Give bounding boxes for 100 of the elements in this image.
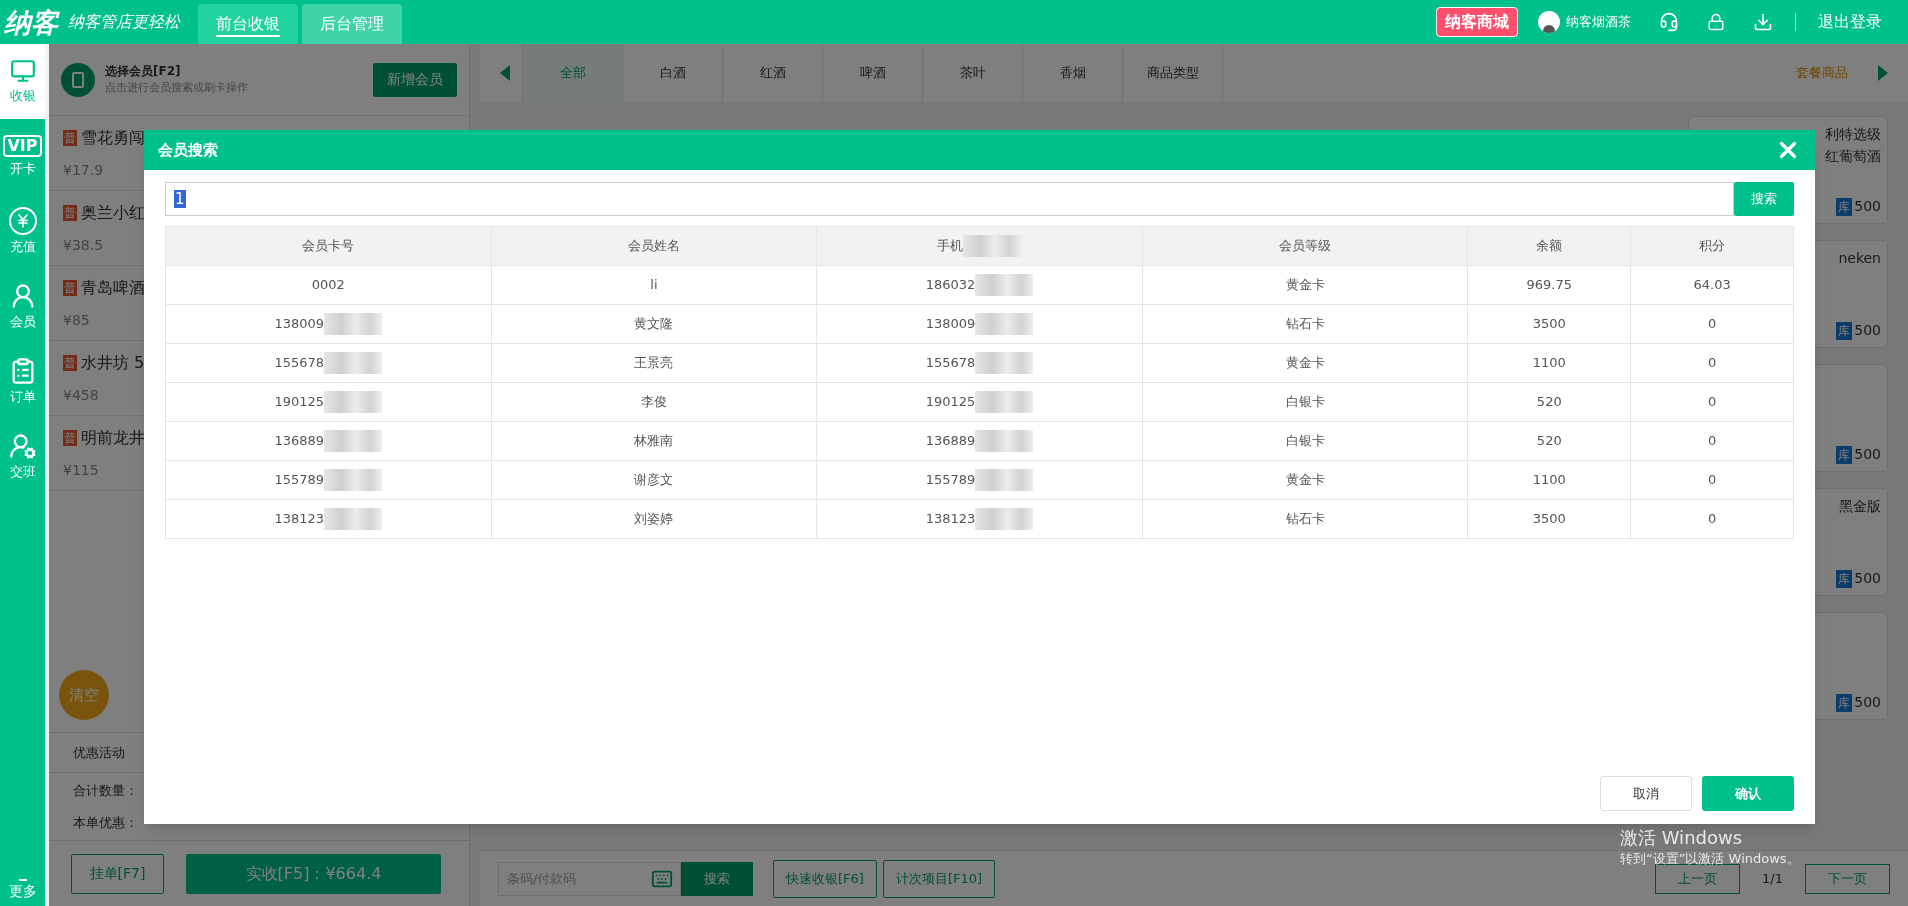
table-cell: 3500 xyxy=(1467,304,1631,344)
search-button[interactable]: 搜索 xyxy=(1734,182,1794,216)
stock-count: 500 xyxy=(1854,197,1881,216)
table-cell: 0 xyxy=(1630,343,1794,383)
stock-count: 500 xyxy=(1854,569,1881,588)
hold-button[interactable]: 挂单[F7] xyxy=(71,853,164,894)
member-row[interactable]: 155789 谢彦文 155789 黄金卡 1100 0 xyxy=(165,460,1794,500)
product-name: 明前龙井 xyxy=(81,426,145,449)
clear-button[interactable]: 清空 xyxy=(59,670,109,720)
table-cell: 186032 xyxy=(816,265,1143,305)
table-cell: 黄金卡 xyxy=(1142,343,1468,383)
table-cell: 138123 xyxy=(165,499,492,539)
tag: 普 xyxy=(63,129,77,146)
user-name[interactable]: 纳客烟酒茶 xyxy=(1566,12,1631,32)
table-cell: 0002 xyxy=(165,265,492,305)
sidebar-item[interactable]: VIP 开卡 xyxy=(0,119,45,194)
stock-tag: 库 xyxy=(1836,693,1853,712)
member-card-icon xyxy=(61,62,95,97)
yen-coin-icon xyxy=(8,206,37,235)
table-cell: 林雅南 xyxy=(491,421,817,461)
sidebar-item[interactable]: 订单 xyxy=(0,344,45,419)
column-header: 会员等级 xyxy=(1142,226,1468,266)
table-cell: 0 xyxy=(1630,382,1794,422)
pay-button[interactable]: 实收[F5]：¥664.4 xyxy=(186,853,441,894)
confirm-button[interactable]: 确认 xyxy=(1702,776,1794,811)
category-tab[interactable]: 商品类型 xyxy=(1122,44,1222,102)
member-row[interactable]: 155678 王景亮 155678 黄金卡 1100 0 xyxy=(165,343,1794,383)
category-tab[interactable]: 茶叶 xyxy=(922,44,1022,102)
search-field[interactable]: 1 xyxy=(165,182,1734,216)
tag: 普 xyxy=(63,354,77,371)
more-button[interactable]: 更多 xyxy=(8,881,37,902)
category-tab[interactable]: 全部 xyxy=(522,44,622,102)
pixel-mask xyxy=(324,430,383,452)
top-tab[interactable]: 前台收银 xyxy=(198,4,298,44)
product-name: neken xyxy=(1838,249,1881,268)
sidebar-item[interactable]: 收银 xyxy=(0,44,45,119)
stock-count: 500 xyxy=(1854,693,1881,712)
promo-label[interactable]: 优惠活动 xyxy=(73,742,125,763)
lock-icon[interactable] xyxy=(1707,13,1725,31)
member-row[interactable]: 138123 刘姿婷 138123 钻石卡 3500 0 xyxy=(165,499,1794,539)
left-arrow-icon[interactable] xyxy=(500,65,510,81)
avatar xyxy=(1538,11,1560,33)
add-member-button[interactable]: 新增会员 xyxy=(373,62,457,97)
product-name: 黑金版 xyxy=(1839,497,1881,516)
top-tab[interactable]: 后台管理 xyxy=(302,4,402,44)
package-tab[interactable]: 套餐商品 xyxy=(1776,44,1868,102)
table-cell: 190125 xyxy=(165,382,492,422)
column-header: 会员姓名 xyxy=(491,226,817,266)
mall-badge[interactable]: 纳客商城 xyxy=(1436,7,1518,37)
member-row[interactable]: 190125 李俊 190125 白银卡 520 0 xyxy=(165,382,1794,422)
member-row[interactable]: 136889 林雅南 136889 白银卡 520 0 xyxy=(165,421,1794,461)
table-cell: 155678 xyxy=(816,343,1143,383)
member-title: 选择会员[F2] xyxy=(105,63,182,81)
barcode-search-button[interactable]: 搜索 xyxy=(681,861,753,896)
table-cell: 0 xyxy=(1630,421,1794,461)
table-cell: 刘姿婷 xyxy=(491,499,817,539)
table-cell: 138009 xyxy=(816,304,1143,344)
product-name: 水井坊 5 xyxy=(81,351,145,374)
tag: 普 xyxy=(63,279,77,296)
product-price: ¥115 xyxy=(63,460,99,480)
stock-count: 500 xyxy=(1854,321,1881,340)
product-name: 雪花勇闯 xyxy=(81,126,145,149)
total-label: 本单优惠： xyxy=(73,813,139,832)
table-cell: 1100 xyxy=(1467,343,1631,383)
logout-link[interactable]: 退出登录 xyxy=(1818,10,1882,34)
next-page-button[interactable]: 下一页 xyxy=(1805,863,1890,894)
table-cell: 138009 xyxy=(165,304,492,344)
column-header: 会员卡号 xyxy=(165,226,492,266)
product-price: ¥85 xyxy=(63,310,90,330)
member-row[interactable]: 138009 黄文隆 138009 钻石卡 3500 0 xyxy=(165,304,1794,344)
sidebar-item[interactable]: 交班 xyxy=(0,419,45,494)
headset-icon[interactable] xyxy=(1659,12,1679,32)
category-tab[interactable]: 香烟 xyxy=(1022,44,1122,102)
pixel-mask xyxy=(975,430,1034,452)
table-cell: 钻石卡 xyxy=(1142,499,1468,539)
table-cell: 64.03 xyxy=(1630,265,1794,305)
sidebar-item[interactable]: 充值 xyxy=(0,194,45,269)
category-tab[interactable]: 红酒 xyxy=(722,44,822,102)
table-cell: 155789 xyxy=(165,460,492,500)
vip-card-icon: VIP xyxy=(3,134,42,157)
logo: 纳客 xyxy=(4,8,58,36)
member-row[interactable]: 0002 li 186032 黄金卡 969.75 64.03 xyxy=(165,265,1794,305)
category-tab[interactable]: 白酒 xyxy=(622,44,722,102)
cancel-button[interactable]: 取消 xyxy=(1600,776,1692,811)
count-items-button[interactable]: 计次项目[F10] xyxy=(882,859,996,898)
pixel-mask xyxy=(324,313,383,335)
quick-checkout-button[interactable]: 快速收银[F6] xyxy=(773,859,877,898)
table-cell: 155789 xyxy=(816,460,1143,500)
total-label: 合计数量： xyxy=(73,782,139,800)
column-header: 余额 xyxy=(1467,226,1631,266)
table-cell: 黄文隆 xyxy=(491,304,817,344)
right-arrow-icon[interactable] xyxy=(1878,65,1888,81)
sidebar-item[interactable]: 会员 xyxy=(0,269,45,344)
tag: 普 xyxy=(63,204,77,221)
page-indicator: 1/1 xyxy=(1762,869,1783,888)
category-tab[interactable]: 啤酒 xyxy=(822,44,922,102)
pixel-mask xyxy=(324,469,383,491)
download-icon[interactable] xyxy=(1753,12,1773,32)
dialog-title: 会员搜索 xyxy=(158,139,218,161)
table-cell: 0 xyxy=(1630,499,1794,539)
